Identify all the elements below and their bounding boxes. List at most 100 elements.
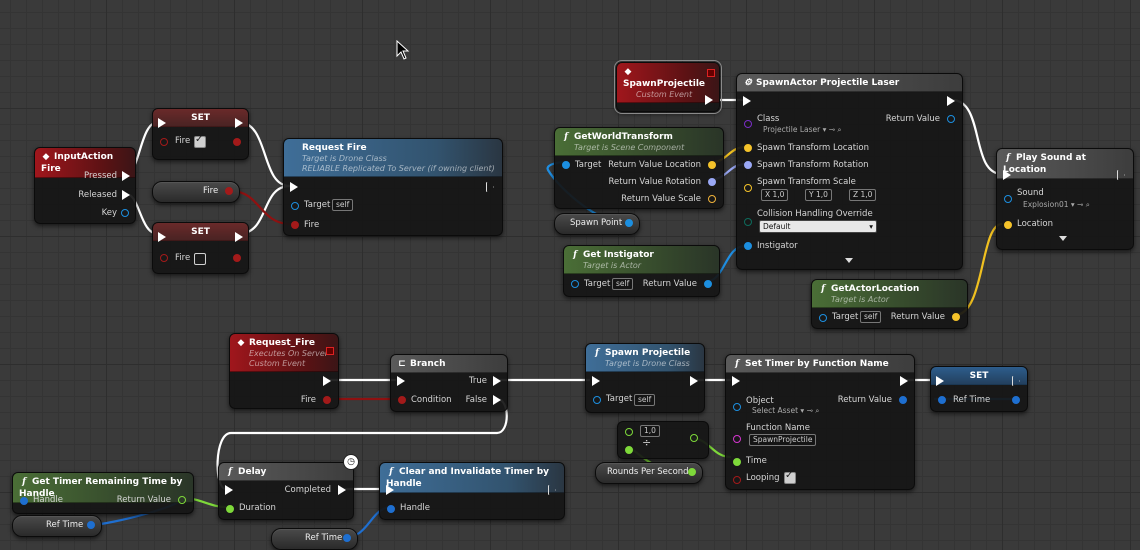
var-rounds-per-second[interactable]: Rounds Per Second xyxy=(595,462,703,484)
exec-in-pin[interactable] xyxy=(732,376,740,386)
bool-in-pin[interactable] xyxy=(160,138,168,146)
exec-out-pin[interactable] xyxy=(900,376,908,386)
object-in-pin-target[interactable] xyxy=(291,202,299,210)
class-dropdown[interactable]: Projectile Laser ▾ ⊸ ⌕ xyxy=(763,125,842,135)
bool-out-pin[interactable] xyxy=(233,254,241,262)
exec-in-pin[interactable] xyxy=(936,376,944,386)
float-out-pin[interactable] xyxy=(688,468,696,476)
bool-out-pin[interactable] xyxy=(323,396,331,404)
name-in-pin[interactable] xyxy=(733,435,741,443)
fire-checkbox-checked[interactable] xyxy=(194,134,206,148)
exec-in-pin[interactable] xyxy=(290,182,298,192)
expand-arrow-icon[interactable] xyxy=(1059,236,1067,241)
struct-out-pin[interactable] xyxy=(343,534,351,542)
float-out-pin[interactable] xyxy=(690,434,698,442)
scale-z-field[interactable]: Z 1,0 xyxy=(849,189,877,201)
delegate-pin-icon[interactable] xyxy=(707,69,715,77)
var-spawn-point[interactable]: Spawn Point xyxy=(554,213,640,235)
exec-in-pin[interactable] xyxy=(225,485,233,495)
node-spawnactor-projectile-laser[interactable]: ⚙ SpawnActor Projectile Laser Class Proje… xyxy=(736,73,963,270)
collision-dropdown[interactable]: Default ▾ xyxy=(759,220,877,233)
vector-out-pin-scale[interactable] xyxy=(708,195,716,203)
node-set-fire-false[interactable]: SET Fire xyxy=(152,222,249,274)
looping-checkbox-checked[interactable] xyxy=(784,470,796,484)
node-get-instigator[interactable]: f Get Instigator Target is Actor Target s… xyxy=(563,245,720,297)
exec-out-pin[interactable] xyxy=(235,118,243,128)
exec-out-pin[interactable] xyxy=(947,96,955,106)
node-getworldtransform[interactable]: f GetWorldTransform Target is Scene Compo… xyxy=(554,127,724,209)
node-delay[interactable]: f Delay ◷ Completed Duration xyxy=(218,454,359,520)
float-in-pin-b[interactable] xyxy=(625,446,633,454)
object-out-pin[interactable] xyxy=(947,115,955,123)
struct-out-pin[interactable] xyxy=(899,396,907,404)
fire-checkbox-unchecked[interactable] xyxy=(194,253,206,265)
vector-in-pin-location[interactable] xyxy=(1004,221,1012,229)
exec-out-pin[interactable] xyxy=(705,95,713,105)
struct-out-pin-key[interactable] xyxy=(121,209,129,217)
exec-in-pin[interactable] xyxy=(592,376,600,386)
target-self-box[interactable]: self xyxy=(612,278,634,290)
exec-out-pin[interactable] xyxy=(1118,170,1126,180)
node-branch[interactable]: ⊏ Branch True Condition False xyxy=(390,354,508,412)
float-in-pin-a[interactable] xyxy=(625,428,633,436)
exec-out-pin[interactable] xyxy=(1013,376,1021,386)
node-play-sound-at-location[interactable]: f Play Sound at Location Sound Explosion0… xyxy=(996,148,1134,250)
rotator-in-pin[interactable] xyxy=(744,161,752,169)
node-inputaction-fire[interactable]: ◆ InputAction Fire Pressed Released Key xyxy=(34,147,136,224)
struct-out-pin[interactable] xyxy=(87,521,95,529)
exec-in-pin[interactable] xyxy=(397,376,405,386)
enum-in-pin[interactable] xyxy=(744,218,752,226)
vector-out-pin[interactable] xyxy=(708,161,716,169)
exec-in-pin[interactable] xyxy=(158,232,166,242)
node-event-spawnprojectile[interactable]: ◆SpawnProjectile Custom Event xyxy=(614,60,722,114)
vector-out-pin[interactable] xyxy=(952,313,960,321)
object-in-pin-target[interactable] xyxy=(562,161,570,169)
object-in-pin-sound[interactable] xyxy=(1004,195,1012,203)
bool-out-pin[interactable] xyxy=(225,187,233,195)
exec-in-pin[interactable] xyxy=(158,118,166,128)
object-in-pin[interactable] xyxy=(733,403,741,411)
float-out-pin[interactable] xyxy=(178,496,186,504)
exec-in-pin[interactable] xyxy=(1003,170,1011,180)
object-out-pin[interactable] xyxy=(704,280,712,288)
bool-in-pin-fire[interactable] xyxy=(291,221,299,229)
exec-out-pin-true[interactable] xyxy=(493,376,501,386)
node-spawn-projectile-call[interactable]: f Spawn Projectile Target is Drone Class … xyxy=(585,343,705,413)
rotator-out-pin[interactable] xyxy=(708,178,716,186)
exec-out-pin[interactable] xyxy=(323,376,331,386)
object-in-pin-target[interactable] xyxy=(819,314,827,322)
scale-x-field[interactable]: X 1,0 xyxy=(761,189,789,201)
sound-asset-dropdown[interactable]: Explosion01 ▾ ⊸ ⌕ xyxy=(1023,200,1090,210)
node-event-request-fire[interactable]: ◆ Request_Fire Executes On Server Custom … xyxy=(229,333,339,409)
var-ref-time-b[interactable]: Ref Time xyxy=(271,528,358,550)
var-ref-time-a[interactable]: Ref Time xyxy=(12,515,102,537)
exec-in-pin[interactable] xyxy=(743,96,751,106)
float-in-pin-time[interactable] xyxy=(733,458,741,466)
scale-y-field[interactable]: Y 1,0 xyxy=(805,189,832,201)
exec-out-pin-pressed[interactable] xyxy=(122,171,130,181)
target-self-box[interactable]: self xyxy=(634,394,656,406)
node-clear-invalidate-timer[interactable]: f Clear and Invalidate Timer by Handle Ha… xyxy=(379,462,565,520)
class-in-pin[interactable] xyxy=(744,120,752,128)
delegate-pin-icon[interactable] xyxy=(326,347,334,355)
exec-out-pin[interactable] xyxy=(487,182,495,192)
exec-out-pin[interactable] xyxy=(549,485,557,495)
target-self-box[interactable]: self xyxy=(860,311,882,323)
object-in-pin-instigator[interactable] xyxy=(744,242,752,250)
function-name-field[interactable]: SpawnProjectile xyxy=(749,434,817,446)
struct-in-pin-handle[interactable] xyxy=(20,497,28,505)
exec-out-pin[interactable] xyxy=(338,485,346,495)
node-set-fire-true[interactable]: SET Fire xyxy=(152,108,249,160)
exec-out-pin[interactable] xyxy=(235,232,243,242)
float-in-pin-duration[interactable] xyxy=(226,505,234,513)
target-self-box[interactable]: self xyxy=(332,199,354,211)
exec-out-pin-released[interactable] xyxy=(122,190,130,200)
vector-in-pin-scale[interactable] xyxy=(744,184,752,192)
bool-in-pin[interactable] xyxy=(160,254,168,262)
node-get-timer-remaining[interactable]: f Get Timer Remaining Time by Handle Hand… xyxy=(12,472,194,514)
exec-out-pin-false[interactable] xyxy=(493,395,501,405)
object-in-pin-target[interactable] xyxy=(571,280,579,288)
struct-out-pin[interactable] xyxy=(1012,396,1020,404)
exec-out-pin[interactable] xyxy=(690,376,698,386)
bool-out-pin[interactable] xyxy=(233,138,241,146)
